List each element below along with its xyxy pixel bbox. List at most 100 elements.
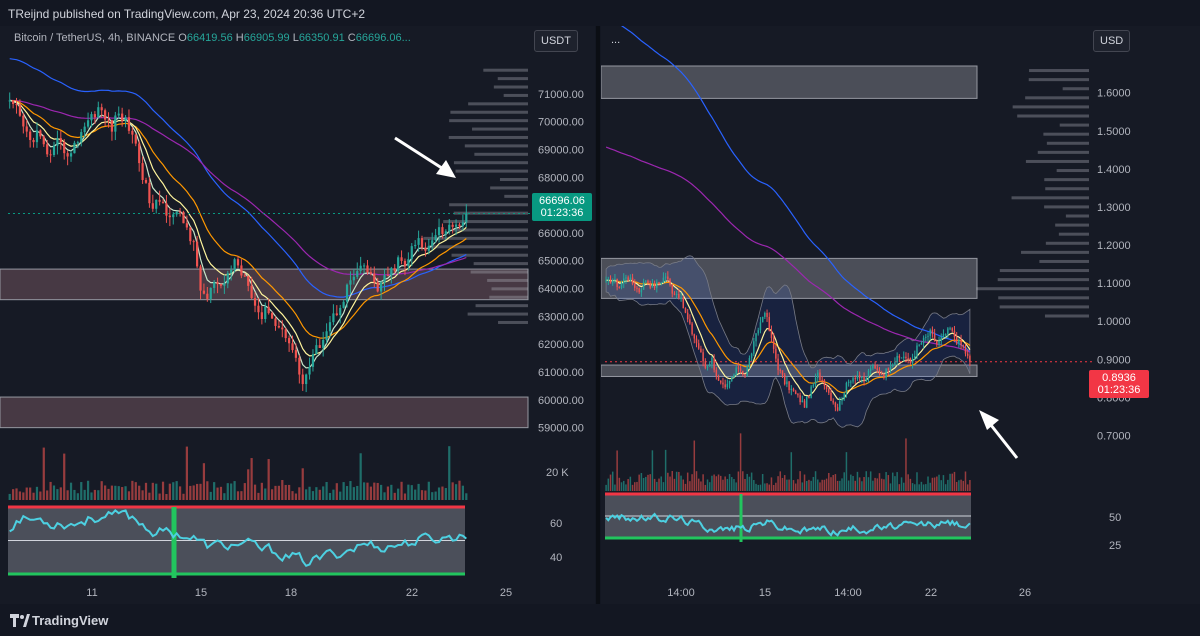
volume-profile-row: [493, 85, 528, 89]
volume-profile-row: [472, 127, 528, 131]
volume-bar: [803, 474, 806, 491]
candle-body: [874, 365, 876, 369]
candle-body: [390, 268, 393, 276]
candle-body: [938, 340, 940, 345]
panel-divider[interactable]: [596, 26, 600, 604]
volume-bar: [223, 493, 226, 500]
volume-profile-row: [999, 305, 1089, 309]
candle-body: [206, 293, 209, 299]
candle-body: [794, 391, 797, 395]
candle-body: [223, 283, 226, 286]
candle-body: [32, 139, 35, 143]
left-legend: Bitcoin / TetherUS, 4h, BINANCE O66419.5…: [14, 32, 411, 44]
volume-bar: [792, 480, 795, 491]
candle-body: [671, 284, 673, 294]
volume-bar: [702, 474, 704, 491]
volume-bar: [83, 489, 86, 500]
volume-profile-row: [464, 144, 528, 148]
candle-body: [86, 120, 90, 127]
volume-bar: [958, 480, 960, 491]
candle-body: [896, 356, 898, 363]
left-chart-panel[interactable]: 71000.0070000.0069000.0068000.0067000.00…: [0, 26, 595, 604]
volume-bar: [383, 492, 386, 500]
time-axis-label: 15: [759, 587, 771, 599]
volume-bar: [76, 493, 79, 500]
candle-body: [427, 245, 430, 251]
candle-body: [301, 374, 304, 385]
volume-bar: [356, 485, 359, 500]
volume-bar: [852, 475, 854, 491]
volume-bar: [56, 489, 59, 500]
candle-body: [345, 284, 349, 302]
candle-body: [909, 358, 912, 364]
volume-profile-row: [449, 203, 528, 207]
candle-body: [308, 366, 311, 375]
candle-body: [359, 265, 362, 272]
candle-body: [856, 375, 859, 379]
candle-body: [253, 298, 257, 306]
volume-bar: [823, 479, 826, 491]
volume-bar: [73, 489, 76, 500]
volume-bar: [22, 492, 25, 500]
volume-bar: [349, 481, 352, 500]
volume-bar: [863, 477, 865, 491]
candle-body: [298, 357, 301, 375]
volume-bar: [653, 478, 656, 491]
volume-bar: [400, 481, 403, 500]
volume-bar: [49, 481, 52, 500]
right-chart-svg[interactable]: 1.6000 1.5000 1.4000 1.3000 1.2000 1.1000 1.00…: [601, 26, 1200, 604]
candle-body: [97, 107, 100, 118]
candle-body: [722, 382, 724, 385]
candle-body: [454, 224, 458, 227]
volume-profile-row: [1058, 232, 1089, 236]
candle-body: [185, 223, 188, 228]
currency-badge[interactable]: USDT: [534, 30, 578, 52]
volume-bar: [656, 481, 658, 491]
volume-bar: [673, 478, 676, 491]
left-oscillator: [8, 505, 467, 578]
volume-bar: [417, 483, 420, 500]
volume-bar: [15, 488, 18, 500]
volume-bar: [777, 476, 779, 491]
candle-body: [168, 215, 171, 218]
volume-bar: [969, 480, 971, 491]
candle-body: [165, 203, 168, 216]
candle-body: [764, 312, 766, 317]
left-chart-svg[interactable]: 71000.0070000.0069000.0068000.0067000.00…: [0, 26, 595, 604]
price-axis-label: 0.7000: [1097, 431, 1131, 443]
right-chart-panel[interactable]: 1.6000 1.5000 1.4000 1.3000 1.2000 1.1000 1.00…: [601, 26, 1200, 604]
volume-bar: [761, 474, 764, 491]
right-oscillator: [605, 492, 971, 542]
candle-body: [410, 246, 413, 260]
candle-body: [693, 334, 696, 339]
volume-bar: [172, 482, 175, 500]
candle-body: [393, 268, 396, 271]
right-legend[interactable]: ...: [611, 34, 620, 46]
brand-name[interactable]: TradingView: [32, 613, 108, 628]
time-axis-label: 14:00: [667, 587, 695, 599]
open-label: O: [178, 32, 187, 44]
volume-bar: [605, 484, 607, 491]
volume-bar: [131, 480, 134, 500]
volume-bar: [757, 484, 759, 491]
volume-bar: [627, 479, 629, 491]
volume-bar: [97, 490, 100, 500]
candle-body: [448, 224, 451, 232]
candle-body: [417, 238, 420, 245]
volume-bar: [441, 486, 444, 500]
candle-body: [250, 285, 253, 299]
moving-average-line: [9, 99, 467, 276]
volume-bar: [878, 473, 881, 491]
volume-bar: [141, 490, 144, 500]
volume-bar: [328, 492, 332, 500]
candle-body: [80, 132, 83, 143]
volume-bar: [779, 471, 782, 491]
candle-body: [706, 366, 709, 368]
volume-bar: [393, 492, 396, 500]
currency-badge[interactable]: USD: [1093, 30, 1131, 52]
candle-body: [622, 278, 625, 284]
volume-profile-row: [1017, 114, 1089, 118]
tradingview-logo-icon[interactable]: [10, 614, 30, 628]
candle-body: [12, 100, 15, 105]
volume-bar: [216, 487, 219, 500]
